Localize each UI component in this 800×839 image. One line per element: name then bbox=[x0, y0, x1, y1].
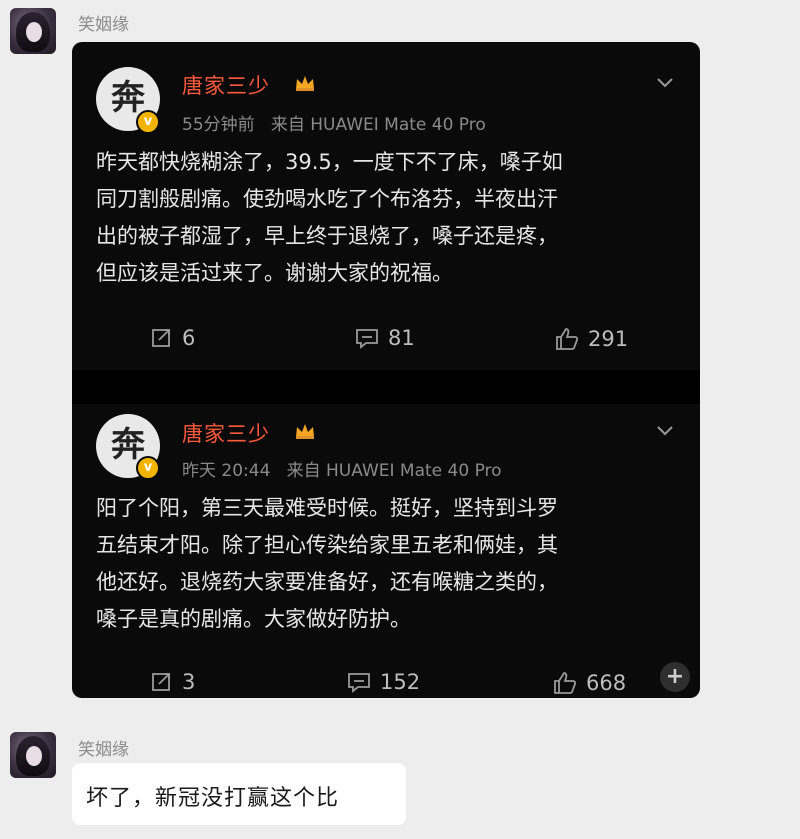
comment-button[interactable]: 81 bbox=[354, 326, 415, 350]
like-count: 291 bbox=[588, 327, 629, 351]
sender-name: 笑姻缘 bbox=[78, 15, 129, 35]
chevron-down-icon[interactable] bbox=[656, 74, 674, 92]
like-icon bbox=[556, 328, 579, 350]
comment-icon bbox=[348, 673, 370, 693]
repost-button[interactable]: 6 bbox=[150, 326, 195, 350]
verified-badge-icon: v bbox=[136, 110, 160, 134]
post-text-line: 同刀割般剧痛。使劲喝水吃了个布洛芬，半夜出汗 bbox=[96, 187, 558, 211]
post-text-line: 出的被子都湿了，早上终于退烧了，嗓子还是疼， bbox=[96, 224, 558, 248]
post-meta: 55分钟前 来自 HUAWEI Mate 40 Pro bbox=[182, 110, 486, 135]
post-text-line: 嗓子是真的剧痛。大家做好防护。 bbox=[96, 607, 411, 631]
author-name[interactable]: 唐家三少 bbox=[182, 418, 270, 448]
like-icon bbox=[554, 672, 577, 694]
like-button[interactable]: 668 bbox=[552, 670, 626, 696]
post-meta: 昨天 20:44 来自 HUAWEI Mate 40 Pro bbox=[182, 456, 502, 481]
post-text-line: 但应该是活过来了。谢谢大家的祝福。 bbox=[96, 261, 453, 285]
post-time: 55分钟前 bbox=[182, 115, 255, 135]
avatar[interactable] bbox=[10, 8, 56, 54]
avatar[interactable] bbox=[10, 732, 56, 778]
post-text-line: 阳了个阳，第三天最难受时候。挺好，坚持到斗罗 bbox=[96, 496, 558, 520]
repost-count: 6 bbox=[182, 326, 196, 350]
post-divider bbox=[72, 370, 700, 404]
message-text: 坏了，新冠没打赢这个比 bbox=[86, 786, 340, 811]
repost-count: 3 bbox=[182, 670, 196, 694]
post-text-line: 昨天都快烧糊涂了，39.5，一度下不了床，嗓子如 bbox=[96, 150, 563, 174]
repost-icon bbox=[152, 329, 170, 347]
like-count: 668 bbox=[586, 671, 627, 695]
post-text-line: 五结束才阳。除了担心传染给家里五老和俩娃，其 bbox=[96, 533, 558, 557]
chevron-down-icon[interactable] bbox=[656, 422, 674, 440]
verified-badge-icon: v bbox=[136, 456, 160, 480]
comment-count: 81 bbox=[388, 326, 415, 350]
repost-button[interactable]: 3 bbox=[150, 670, 195, 694]
crown-icon bbox=[296, 424, 314, 439]
post-text: 阳了个阳，第三天最难受时候。挺好，坚持到斗罗 五结束才阳。除了担心传染给家里五老… bbox=[96, 490, 686, 638]
author-name[interactable]: 唐家三少 bbox=[182, 70, 270, 100]
post-source: 来自 HUAWEI Mate 40 Pro bbox=[270, 115, 486, 135]
post-source: 来自 HUAWEI Mate 40 Pro bbox=[286, 461, 502, 481]
post-time: 昨天 20:44 bbox=[182, 461, 271, 481]
post-text: 昨天都快烧糊涂了，39.5，一度下不了床，嗓子如 同刀割般剧痛。使劲喝水吃了个布… bbox=[96, 144, 686, 292]
comment-count: 152 bbox=[380, 670, 421, 694]
like-button[interactable]: 291 bbox=[554, 326, 628, 352]
crown-icon bbox=[296, 76, 314, 91]
comment-icon bbox=[356, 329, 378, 349]
post-text-line: 他还好。退烧药大家要准备好，还有喉糖之类的， bbox=[96, 570, 558, 594]
weibo-screenshot-image[interactable]: 奔 v 唐家三少 55分钟前 来自 HUAWEI Mate 40 Pro 昨天都… bbox=[72, 42, 700, 698]
comment-button[interactable]: 152 bbox=[346, 670, 420, 694]
message-bubble[interactable]: 坏了，新冠没打赢这个比 bbox=[72, 763, 406, 825]
sender-name: 笑姻缘 bbox=[78, 740, 129, 760]
plus-icon[interactable]: + bbox=[660, 662, 690, 692]
repost-icon bbox=[152, 673, 170, 691]
